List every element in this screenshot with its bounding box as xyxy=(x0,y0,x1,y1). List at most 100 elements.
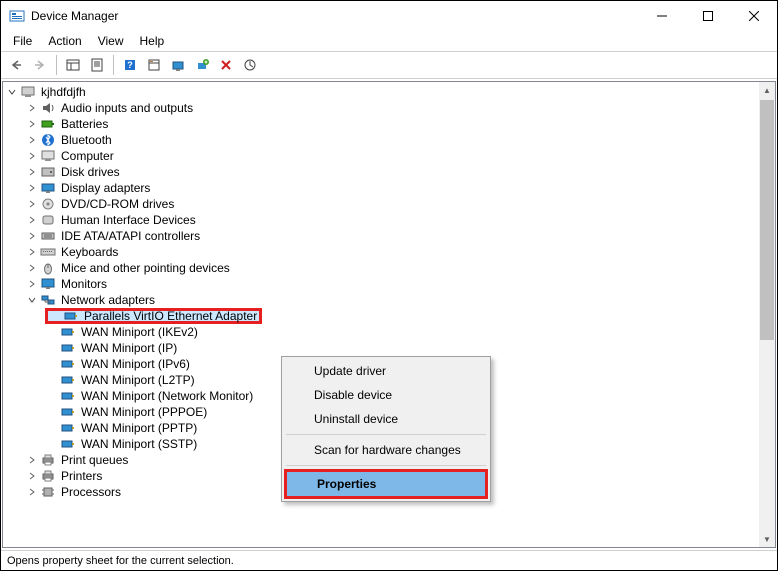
help-button[interactable]: ? xyxy=(119,54,141,76)
uninstall-button[interactable] xyxy=(215,54,237,76)
context-menu-item[interactable]: Properties xyxy=(284,469,488,499)
chevron-right-icon[interactable] xyxy=(25,245,39,259)
tree-label: Mice and other pointing devices xyxy=(59,261,232,275)
svg-text:?: ? xyxy=(127,60,133,70)
tree-label: Monitors xyxy=(59,277,109,291)
show-hide-tree-button[interactable] xyxy=(62,54,84,76)
tree-label: Audio inputs and outputs xyxy=(59,101,195,115)
tree-label: WAN Miniport (Network Monitor) xyxy=(79,389,255,403)
properties-button[interactable] xyxy=(86,54,108,76)
menu-file[interactable]: File xyxy=(5,32,40,50)
scan-hardware-button[interactable] xyxy=(167,54,189,76)
chevron-down-icon[interactable] xyxy=(25,293,39,307)
tree-spacer xyxy=(45,325,59,339)
close-button[interactable] xyxy=(731,1,777,31)
titlebar: Device Manager xyxy=(1,1,777,31)
tree-category[interactable]: Display adapters xyxy=(3,180,775,196)
tree-label: WAN Miniport (PPPOE) xyxy=(79,405,209,419)
tree-category[interactable]: Keyboards xyxy=(3,244,775,260)
tree-label: WAN Miniport (IP) xyxy=(79,341,179,355)
tree-category[interactable]: IDE ATA/ATAPI controllers xyxy=(3,228,775,244)
tree-spacer xyxy=(45,405,59,419)
toolbar: ? xyxy=(1,51,777,79)
scroll-up-button[interactable]: ▲ xyxy=(759,82,775,98)
tree-spacer xyxy=(45,437,59,451)
context-separator xyxy=(286,465,486,466)
context-menu-item[interactable]: Uninstall device xyxy=(284,407,488,431)
chevron-right-icon[interactable] xyxy=(25,277,39,291)
tree-device[interactable]: Parallels VirtIO Ethernet Adapter xyxy=(45,308,262,324)
tree-root[interactable]: kjhdfdjfh xyxy=(3,84,775,100)
chevron-right-icon[interactable] xyxy=(25,101,39,115)
disk-icon xyxy=(40,164,56,180)
scroll-down-button[interactable]: ▼ xyxy=(759,531,775,547)
maximize-button[interactable] xyxy=(685,1,731,31)
chevron-right-icon[interactable] xyxy=(25,181,39,195)
network-card-icon xyxy=(60,372,76,388)
app-icon xyxy=(9,8,25,24)
tree-category[interactable]: Bluetooth xyxy=(3,132,775,148)
audio-icon xyxy=(40,100,56,116)
context-menu-item[interactable]: Update driver xyxy=(284,359,488,383)
action-button[interactable] xyxy=(143,54,165,76)
tree-label: Bluetooth xyxy=(59,133,114,147)
chevron-right-icon[interactable] xyxy=(25,229,39,243)
chevron-right-icon[interactable] xyxy=(25,261,39,275)
chevron-right-icon[interactable] xyxy=(25,197,39,211)
tree-category[interactable]: Batteries xyxy=(3,116,775,132)
tree-label: Printers xyxy=(59,469,104,483)
vertical-scrollbar[interactable]: ▲ ▼ xyxy=(759,82,775,547)
statusbar: Opens property sheet for the current sel… xyxy=(1,550,777,570)
chevron-right-icon[interactable] xyxy=(25,149,39,163)
window-title: Device Manager xyxy=(31,9,639,23)
chevron-right-icon[interactable] xyxy=(25,453,39,467)
tree-category[interactable]: Human Interface Devices xyxy=(3,212,775,228)
menu-action[interactable]: Action xyxy=(40,32,89,50)
tree-category[interactable]: Monitors xyxy=(3,276,775,292)
minimize-button[interactable] xyxy=(639,1,685,31)
back-button[interactable] xyxy=(5,54,27,76)
tree-device[interactable]: WAN Miniport (IKEv2) xyxy=(3,324,775,340)
context-menu-item[interactable]: Disable device xyxy=(284,383,488,407)
tree-label: WAN Miniport (IKEv2) xyxy=(79,325,200,339)
network-card-icon xyxy=(60,356,76,372)
update-driver-button[interactable] xyxy=(239,54,261,76)
tree-label: kjhdfdjfh xyxy=(39,85,88,99)
printer-icon xyxy=(40,468,56,484)
chevron-right-icon[interactable] xyxy=(25,165,39,179)
optical-icon xyxy=(40,196,56,212)
network-card-icon xyxy=(63,308,79,324)
tree-category[interactable]: Network adapters xyxy=(3,292,775,308)
chevron-right-icon[interactable] xyxy=(25,469,39,483)
toolbar-separator xyxy=(56,55,57,75)
menu-view[interactable]: View xyxy=(90,32,132,50)
forward-button[interactable] xyxy=(29,54,51,76)
chevron-right-icon[interactable] xyxy=(25,133,39,147)
tree-label: Batteries xyxy=(59,117,110,131)
tree-category[interactable]: Audio inputs and outputs xyxy=(3,100,775,116)
chevron-right-icon[interactable] xyxy=(25,213,39,227)
tree-label: WAN Miniport (IPv6) xyxy=(79,357,192,371)
context-menu-item[interactable]: Scan for hardware changes xyxy=(284,438,488,462)
menu-help[interactable]: Help xyxy=(132,32,173,50)
chevron-right-icon[interactable] xyxy=(25,485,39,499)
network-card-icon xyxy=(60,388,76,404)
hid-icon xyxy=(40,212,56,228)
tree-device[interactable]: WAN Miniport (IP) xyxy=(3,340,775,356)
tree-category[interactable]: Mice and other pointing devices xyxy=(3,260,775,276)
ide-icon xyxy=(40,228,56,244)
tree-spacer xyxy=(45,373,59,387)
network-card-icon xyxy=(60,436,76,452)
context-menu: Update driverDisable deviceUninstall dev… xyxy=(281,356,491,502)
chevron-right-icon[interactable] xyxy=(25,117,39,131)
tree-label: Disk drives xyxy=(59,165,122,179)
chevron-down-icon[interactable] xyxy=(5,85,19,99)
tree-category[interactable]: Disk drives xyxy=(3,164,775,180)
tree-category[interactable]: Computer xyxy=(3,148,775,164)
add-hardware-button[interactable] xyxy=(191,54,213,76)
display-icon xyxy=(40,180,56,196)
tree-category[interactable]: DVD/CD-ROM drives xyxy=(3,196,775,212)
scrollbar-thumb[interactable] xyxy=(760,100,774,340)
network-card-icon xyxy=(60,404,76,420)
mouse-icon xyxy=(40,260,56,276)
